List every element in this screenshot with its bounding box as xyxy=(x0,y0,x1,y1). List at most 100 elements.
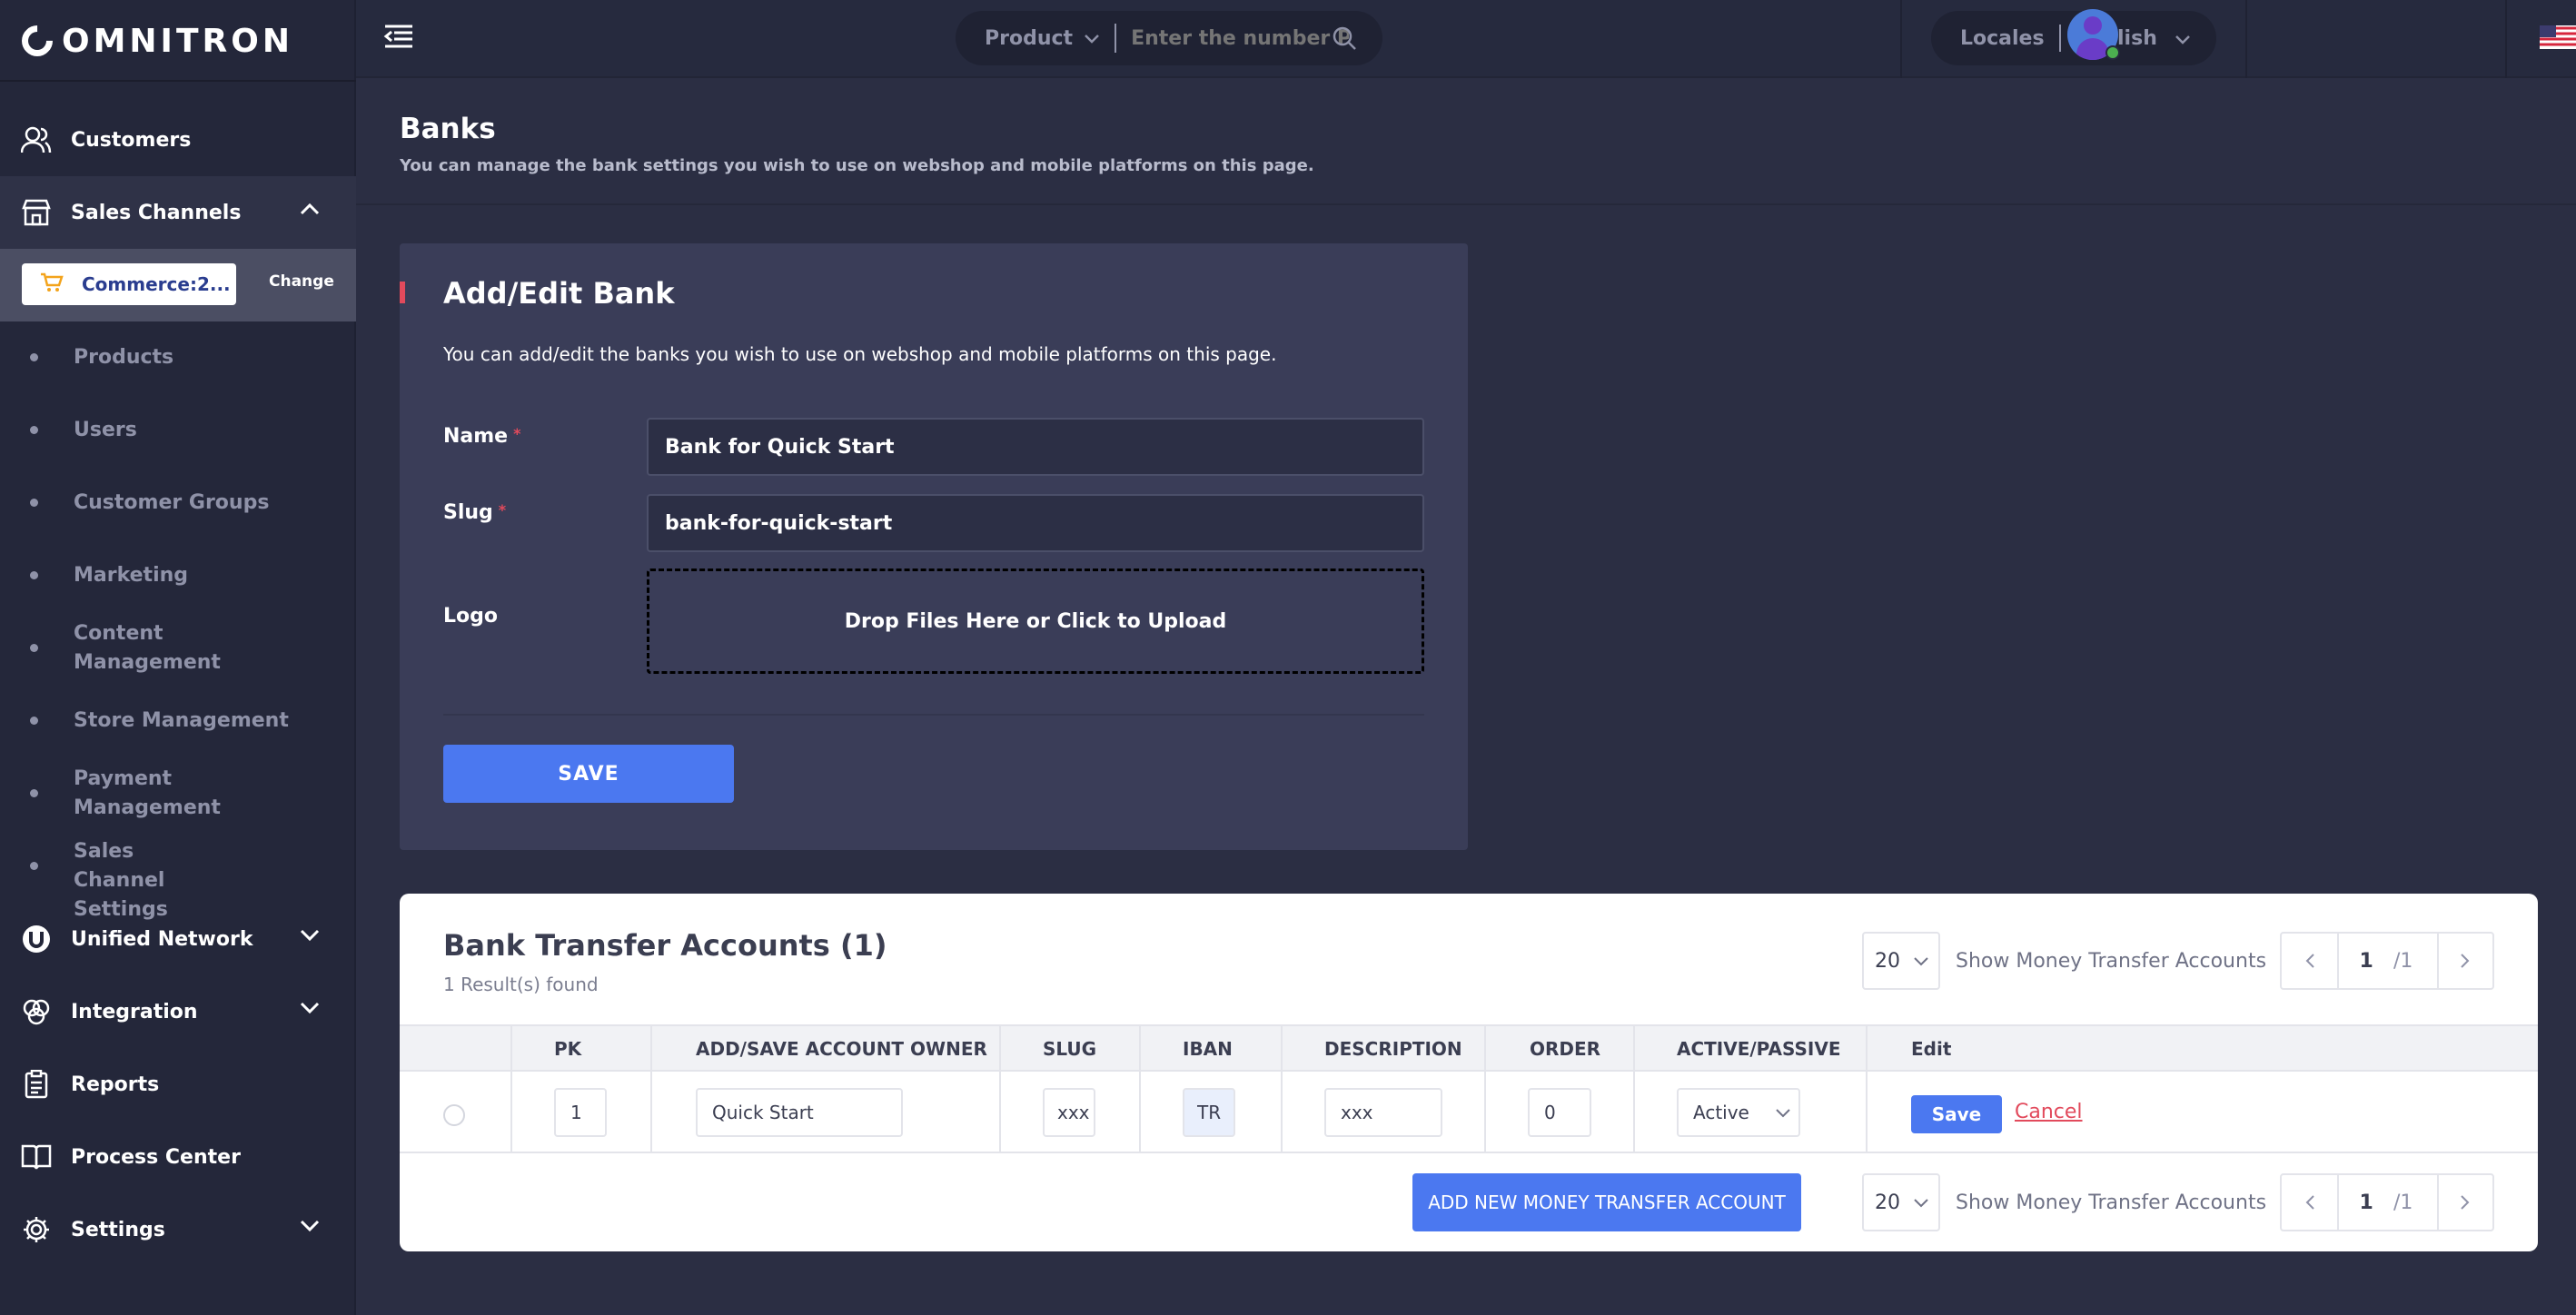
column-header-active-passive: ACTIVE/PASSIVE xyxy=(1677,1038,1841,1060)
table-row: Active Save Cancel xyxy=(400,1072,2538,1153)
next-page-icon[interactable] xyxy=(2436,934,2492,988)
next-page-icon[interactable] xyxy=(2436,1175,2492,1230)
sidebar-item-reports[interactable]: Reports xyxy=(0,1048,356,1121)
sidebar-item-label: Customers xyxy=(71,128,192,152)
unified-network-icon xyxy=(20,923,53,955)
row-save-button[interactable]: Save xyxy=(1911,1095,2002,1133)
pk-input[interactable] xyxy=(554,1088,607,1137)
sidebar-subitem-marketing[interactable]: Marketing xyxy=(0,561,356,590)
name-label: Name * xyxy=(443,425,520,448)
sidebar: OMNITRON Customers Sales Channels Commer… xyxy=(0,0,356,1315)
sidebar-subitem-payment-management[interactable]: Payment Management xyxy=(0,765,356,823)
divider xyxy=(356,203,2576,205)
omnitron-logo[interactable]: OMNITRON xyxy=(15,18,293,64)
sidebar-subitem-content-management[interactable]: Content Management xyxy=(0,619,356,677)
sidebar-item-process-center[interactable]: Process Center xyxy=(0,1121,356,1193)
sidebar-item-settings[interactable]: Settings xyxy=(0,1193,356,1266)
required-mark: * xyxy=(498,501,507,519)
locales-label: Locales xyxy=(1960,26,2045,50)
sidebar-item-integration[interactable]: Integration xyxy=(0,975,356,1048)
subitem-label: Customer Groups xyxy=(74,491,270,514)
logo-upload-dropzone[interactable]: Drop Files Here or Click to Upload xyxy=(647,569,1424,674)
page-title: Banks xyxy=(400,113,496,145)
global-search: Product xyxy=(956,11,1382,65)
brand-name: OMNITRON xyxy=(62,22,293,60)
sidebar-subitem-customer-groups[interactable]: Customer Groups xyxy=(0,489,356,518)
save-bank-button[interactable]: SAVE xyxy=(443,745,734,803)
bullet xyxy=(30,353,38,361)
iban-input[interactable] xyxy=(1183,1088,1235,1137)
bullet xyxy=(30,644,38,652)
sidebar-subitem-sales-channel-settings[interactable]: Sales Channel Settings xyxy=(0,837,356,921)
account-owner-input[interactable] xyxy=(696,1088,903,1137)
row-select-radio[interactable] xyxy=(443,1104,465,1126)
sidebar-item-label: Settings xyxy=(71,1218,165,1241)
total-pages: /1 xyxy=(2393,949,2413,973)
current-page[interactable]: 1 xyxy=(2337,934,2393,988)
per-page-label: Show Money Transfer Accounts xyxy=(1956,1191,2267,1214)
subitem-label: Products xyxy=(74,346,174,369)
divider xyxy=(1115,24,1117,53)
divider xyxy=(443,714,1424,716)
online-status-dot xyxy=(2105,45,2120,60)
users-icon xyxy=(20,124,53,156)
column-header-iban: IBAN xyxy=(1183,1038,1233,1060)
row-cancel-link[interactable]: Cancel xyxy=(2015,1101,2083,1123)
channel-name: Commerce:2... xyxy=(82,273,231,295)
per-page-value: 20 xyxy=(1875,949,1900,973)
clipboard-icon xyxy=(20,1068,53,1101)
name-label-text: Name xyxy=(443,425,509,448)
sidebar-item-label: Process Center xyxy=(71,1145,241,1169)
chevron-up-icon xyxy=(300,202,320,219)
total-pages: /1 xyxy=(2393,1191,2413,1214)
prev-page-icon[interactable] xyxy=(2282,934,2337,988)
per-page-label: Show Money Transfer Accounts xyxy=(1956,950,2267,973)
column-header-description: DESCRIPTION xyxy=(1324,1038,1462,1060)
cart-icon xyxy=(40,272,64,296)
sidebar-subitem-products[interactable]: Products xyxy=(0,343,356,372)
search-icon[interactable] xyxy=(1332,25,1357,54)
avatar-head xyxy=(2084,16,2102,35)
slug-field[interactable] xyxy=(647,494,1424,552)
chevron-down-icon xyxy=(1914,956,1928,965)
card-description: You can add/edit the banks you wish to u… xyxy=(443,343,1277,365)
add-money-transfer-account-button[interactable]: ADD NEW MONEY TRANSFER ACCOUNT xyxy=(1412,1173,1801,1231)
search-type-label: Product xyxy=(985,26,1074,50)
search-input[interactable] xyxy=(1131,26,1350,50)
required-mark: * xyxy=(513,425,521,442)
top-bar: Product Locales English xyxy=(356,0,2576,78)
current-channel[interactable]: Commerce:2... xyxy=(22,263,236,305)
change-channel-button[interactable]: Change xyxy=(269,272,334,291)
search-type-select[interactable]: Product xyxy=(985,27,1100,50)
current-page[interactable]: 1 xyxy=(2337,1175,2393,1230)
slug-input[interactable] xyxy=(1043,1088,1095,1137)
sidebar-subitem-store-management[interactable]: Store Management xyxy=(0,707,356,736)
sidebar-subitem-users[interactable]: Users xyxy=(0,416,356,445)
sidebar-item-customers[interactable]: Customers xyxy=(0,104,356,176)
per-page-select-bottom[interactable]: 20 xyxy=(1862,1173,1940,1231)
divider xyxy=(2058,25,2061,52)
pagination: 1 /1 xyxy=(2280,932,2494,990)
order-input[interactable] xyxy=(1528,1088,1591,1137)
bullet xyxy=(30,499,38,507)
flag-icon[interactable] xyxy=(2540,25,2576,49)
divider xyxy=(2505,0,2507,78)
add-edit-bank-card: Add/Edit Bank You can add/edit the banks… xyxy=(400,243,1468,850)
chevron-down-icon xyxy=(2175,31,2191,48)
sidebar-item-unified-network[interactable]: Unified Network xyxy=(0,903,356,975)
integration-icon xyxy=(20,995,53,1028)
bullet xyxy=(30,426,38,434)
description-input[interactable] xyxy=(1324,1088,1442,1137)
per-page-select[interactable]: 20 xyxy=(1862,932,1940,990)
chevron-down-icon xyxy=(1776,1108,1790,1117)
collapse-sidebar-icon[interactable] xyxy=(383,24,416,51)
table-header: PK ADD/SAVE ACCOUNT OWNER SLUG IBAN DESC… xyxy=(400,1024,2538,1072)
name-field[interactable] xyxy=(647,418,1424,476)
status-value: Active xyxy=(1693,1102,1749,1123)
page-subtitle: You can manage the bank settings you wis… xyxy=(400,156,1314,175)
sidebar-item-sales-channels[interactable]: Sales Channels xyxy=(0,176,356,249)
prev-page-icon[interactable] xyxy=(2282,1175,2337,1230)
status-select[interactable]: Active xyxy=(1677,1088,1800,1137)
column-header-pk: PK xyxy=(554,1038,582,1060)
sales-channel-selector: Commerce:2... Change xyxy=(0,249,356,321)
